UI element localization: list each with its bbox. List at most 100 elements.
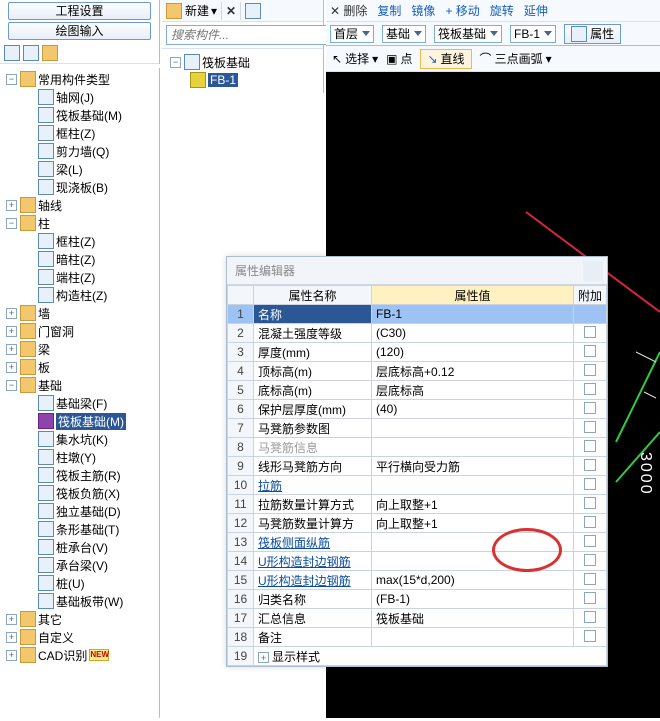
tree-item[interactable]: 框柱(Z) [2,124,159,142]
checkbox[interactable] [584,592,596,604]
expand-toggle[interactable]: + [6,614,17,625]
property-row[interactable]: 5底标高(m)层底标高 [228,381,607,400]
property-row[interactable]: 14U形构造封边钢筋 [228,552,607,571]
checkbox[interactable] [584,554,596,566]
tree-item[interactable]: −基础 [2,376,159,394]
tool-delete[interactable]: ✕ 删除 [330,2,367,19]
attach-cell[interactable] [573,533,606,552]
expand-icon[interactable]: + [258,652,269,663]
property-value[interactable] [372,438,574,457]
tree-item[interactable]: 暗柱(Z) [2,250,159,268]
checkbox[interactable] [584,459,596,471]
property-value[interactable]: (FB-1) [372,590,574,609]
checkbox[interactable] [584,440,596,452]
attach-cell[interactable] [573,305,606,324]
property-value[interactable]: 向上取整+1 [372,495,574,514]
checkbox[interactable] [584,573,596,585]
attach-cell[interactable] [573,438,606,457]
attach-cell[interactable] [573,381,606,400]
property-row[interactable]: 3厚度(mm)(120) [228,343,607,362]
new-button[interactable]: 新建 [185,2,209,19]
floor-combo[interactable]: 首层 [330,25,374,43]
property-row[interactable]: 4顶标高(m)层底标高+0.12 [228,362,607,381]
close-button[interactable] [583,261,603,281]
property-value[interactable]: 平行横向受力筋 [372,457,574,476]
property-value[interactable] [372,552,574,571]
tree-item[interactable]: +梁 [2,340,159,358]
attach-cell[interactable] [573,571,606,590]
tool-move[interactable]: + 移动 [445,2,479,19]
expand-toggle[interactable]: − [6,74,17,85]
display-style-row[interactable]: +显示样式 [254,647,607,666]
property-value[interactable] [372,476,574,495]
tool-extend[interactable]: 延伸 [524,2,548,19]
tree-item[interactable]: 框柱(Z) [2,232,159,250]
property-row[interactable]: 9线形马凳筋方向平行横向受力筋 [228,457,607,476]
expand-toggle[interactable]: + [6,308,17,319]
property-value[interactable]: max(15*d,200) [372,571,574,590]
property-value[interactable]: (C30) [372,324,574,343]
attach-cell[interactable] [573,343,606,362]
expand-toggle[interactable]: + [6,650,17,661]
tree-item[interactable]: 桩(U) [2,574,159,592]
attribute-button[interactable]: 属性 [564,24,621,44]
checkbox[interactable] [584,630,596,642]
raft-combo[interactable]: 筏板基础 [434,25,502,43]
tree-item[interactable]: 构造柱(Z) [2,286,159,304]
property-row[interactable]: 15U形构造封边钢筋max(15*d,200) [228,571,607,590]
tree-item[interactable]: 筏板负筋(X) [2,484,159,502]
tree-item[interactable]: +板 [2,358,159,376]
attach-cell[interactable] [573,362,606,381]
tree-item[interactable]: 筏板基础(M) [2,106,159,124]
tree-item[interactable]: 承台梁(V) [2,556,159,574]
mid-tree-parent[interactable]: − 筏板基础 [166,53,319,71]
tree-item[interactable]: 剪力墙(Q) [2,142,159,160]
attach-cell[interactable] [573,609,606,628]
attach-cell[interactable] [573,590,606,609]
property-row[interactable]: 2混凝土强度等级(C30) [228,324,607,343]
attach-cell[interactable] [573,324,606,343]
property-value[interactable]: 层底标高 [372,381,574,400]
property-value[interactable]: 向上取整+1 [372,514,574,533]
property-row[interactable]: 18备注 [228,628,607,647]
tree-item[interactable]: 筏板基础(M) [2,412,159,430]
expand-toggle[interactable]: − [6,380,17,391]
foundation-combo[interactable]: 基础 [382,25,426,43]
tree-item[interactable]: 端柱(Z) [2,268,159,286]
copy-icon[interactable] [245,3,261,19]
checkbox[interactable] [584,497,596,509]
tool-rotate[interactable]: 旋转 [490,2,514,19]
tree-item[interactable]: +自定义 [2,628,159,646]
tree-item[interactable]: 基础板带(W) [2,592,159,610]
property-row[interactable]: 11拉筋数量计算方式向上取整+1 [228,495,607,514]
attach-cell[interactable] [573,495,606,514]
property-value[interactable] [372,533,574,552]
property-row[interactable]: 7马凳筋参数图 [228,419,607,438]
tool-mirror[interactable]: 镜像 [411,2,435,19]
arc-tool[interactable]: ⌒三点画弧 ▾ [480,50,552,67]
tree-item[interactable]: 条形基础(T) [2,520,159,538]
tree-item[interactable]: +其它 [2,610,159,628]
expand-toggle[interactable]: − [6,218,17,229]
tree-item[interactable]: 筏板主筋(R) [2,466,159,484]
tree-item[interactable]: +轴线 [2,196,159,214]
property-value[interactable]: 层底标高+0.12 [372,362,574,381]
expand-toggle[interactable]: + [6,200,17,211]
checkbox[interactable] [584,611,596,623]
attach-cell[interactable] [573,628,606,647]
property-row[interactable]: 12马凳筋数量计算方向上取整+1 [228,514,607,533]
checkbox[interactable] [584,535,596,547]
checkbox[interactable] [584,421,596,433]
expand-toggle[interactable]: + [6,344,17,355]
property-row[interactable]: 8马凳筋信息 [228,438,607,457]
expand-toggle[interactable]: + [6,326,17,337]
checkbox[interactable] [584,345,596,357]
property-row[interactable]: 17汇总信息筏板基础 [228,609,607,628]
checkbox[interactable] [584,516,596,528]
property-row[interactable]: 10拉筋 [228,476,607,495]
line-tool[interactable]: ↘直线 [420,49,471,69]
checkbox[interactable] [584,326,596,338]
tool-copy[interactable]: 复制 [377,2,401,19]
project-settings-button[interactable]: 工程设置 [8,2,151,20]
mid-tree-child[interactable]: FB-1 [166,71,319,89]
